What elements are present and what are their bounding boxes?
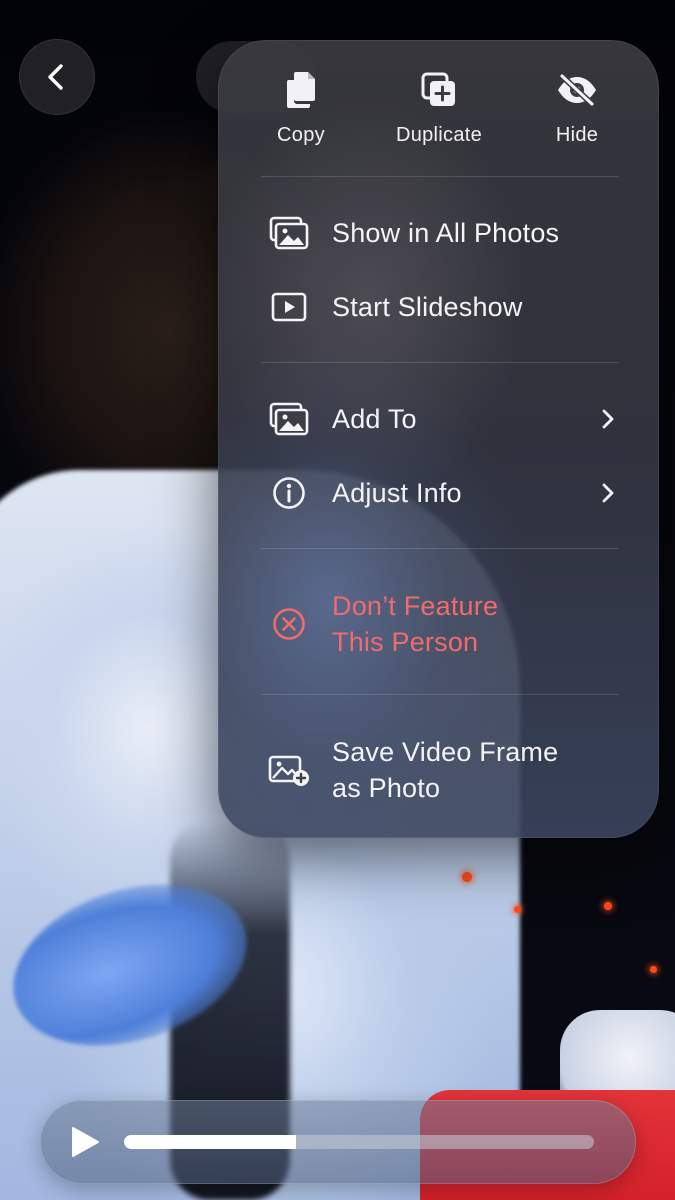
quick-actions-row: Copy Duplicate Hide [218, 68, 659, 168]
save-video-frame-label-line2: as Photo [332, 773, 441, 803]
hide-button[interactable]: Hide [512, 68, 642, 168]
video-scrubber[interactable] [124, 1135, 594, 1149]
dont-feature-this-person-item[interactable]: Don’t Feature This Person [218, 586, 659, 662]
chevron-left-icon [48, 64, 63, 90]
show-in-all-photos-label: Show in All Photos [332, 218, 560, 248]
copy-button[interactable]: Copy [236, 68, 366, 168]
menu-divider [261, 548, 619, 549]
photo-plus-icon [268, 749, 310, 791]
start-slideshow-item[interactable]: Start Slideshow [218, 284, 659, 330]
background-stage-light [462, 872, 472, 882]
play-rectangle-icon [268, 286, 310, 328]
duplicate-button[interactable]: Duplicate [374, 68, 504, 168]
save-video-frame-label-line1: Save Video Frame [332, 737, 559, 767]
eye-slash-icon [555, 68, 599, 112]
back-button[interactable] [19, 39, 95, 115]
info-circle-icon [268, 472, 310, 514]
duplicate-label: Duplicate [395, 124, 483, 146]
menu-divider [261, 694, 619, 695]
x-circle-icon [268, 603, 310, 645]
context-menu: Copy Duplicate Hide Show in All Photos S… [218, 40, 659, 838]
copy-icon [279, 68, 323, 112]
dont-feature-label-line1: Don’t Feature [332, 591, 499, 621]
play-icon [72, 1127, 99, 1157]
add-to-label: Add To [332, 404, 417, 434]
menu-divider [261, 176, 619, 177]
photos-stack-icon [268, 398, 310, 440]
play-button[interactable] [64, 1122, 104, 1162]
background-stage-light [604, 902, 612, 910]
chevron-right-icon [602, 483, 614, 503]
menu-divider [261, 362, 619, 363]
adjust-info-item[interactable]: Adjust Info [218, 470, 659, 516]
dont-feature-label: Don’t Feature This Person [332, 588, 498, 660]
background-stage-light [650, 966, 657, 973]
photos-stack-icon [268, 212, 310, 254]
start-slideshow-label: Start Slideshow [332, 292, 523, 322]
show-in-all-photos-item[interactable]: Show in All Photos [218, 210, 659, 256]
chevron-right-icon [602, 409, 614, 429]
copy-label: Copy [277, 124, 325, 146]
adjust-info-label: Adjust Info [332, 478, 462, 508]
save-video-frame-label: Save Video Frame as Photo [332, 734, 558, 806]
background-stage-light [514, 906, 521, 913]
add-to-item[interactable]: Add To [218, 396, 659, 442]
video-player-bar [40, 1100, 636, 1184]
scrubber-progress [124, 1135, 296, 1149]
hide-label: Hide [555, 124, 599, 146]
dont-feature-label-line2: This Person [332, 627, 479, 657]
duplicate-icon [417, 68, 461, 112]
save-video-frame-item[interactable]: Save Video Frame as Photo [218, 732, 659, 808]
